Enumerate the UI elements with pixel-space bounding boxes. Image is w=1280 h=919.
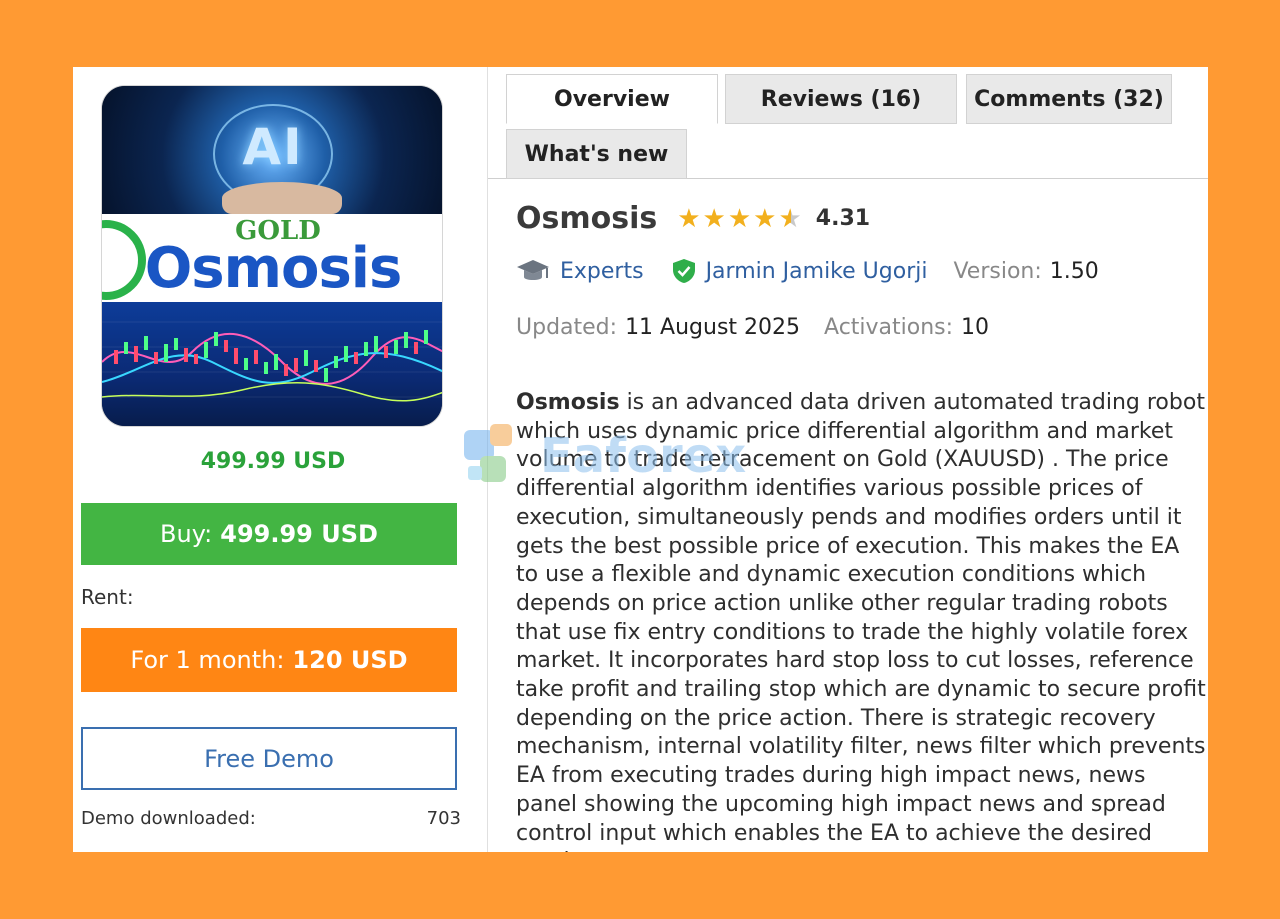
buy-button-label: Buy: bbox=[160, 520, 213, 548]
candlestick-chart-graphic bbox=[102, 302, 442, 426]
tab-comments[interactable]: Comments (32) bbox=[966, 74, 1172, 124]
star-icon: ★ bbox=[702, 203, 726, 234]
tab-bar: Overview Reviews (16) Comments (32) What… bbox=[488, 67, 1208, 179]
title-row: Osmosis ★ ★ ★ ★ ★ 4.31 bbox=[516, 201, 870, 236]
product-card: AI GOLD Osmosis 499.99 USD Buy: 499.99 U… bbox=[73, 67, 1208, 852]
rating-stars[interactable]: ★ ★ ★ ★ ★ bbox=[677, 206, 804, 232]
product-title: Osmosis bbox=[516, 201, 658, 236]
description-lead: Osmosis bbox=[516, 390, 620, 415]
tab-reviews[interactable]: Reviews (16) bbox=[725, 74, 957, 124]
buy-button-price: 499.99 USD bbox=[220, 520, 378, 548]
demo-downloaded-label: Demo downloaded: bbox=[81, 808, 256, 829]
rating-value: 4.31 bbox=[815, 206, 871, 231]
category-link[interactable]: Experts bbox=[560, 259, 644, 284]
version-value: 1.50 bbox=[1049, 258, 1099, 284]
star-icon: ★ bbox=[677, 203, 701, 234]
product-logo: GOLD Osmosis bbox=[102, 214, 442, 302]
demo-downloaded-count: 703 bbox=[426, 808, 461, 829]
rent-button[interactable]: For 1 month: 120 USD bbox=[81, 628, 457, 692]
version-label: Version: bbox=[953, 258, 1042, 284]
graduation-cap-icon bbox=[517, 260, 549, 280]
buy-button[interactable]: Buy: 499.99 USD bbox=[81, 503, 457, 565]
star-icon: ★ bbox=[727, 203, 752, 234]
author-link[interactable]: Jarmin Jamike Ugorji bbox=[706, 259, 928, 284]
price-label: 499.99 USD bbox=[200, 449, 346, 474]
rent-period-label: For 1 month: bbox=[130, 646, 285, 674]
meta-row: Experts Jarmin Jamike Ugorji Version: 1.… bbox=[516, 257, 1099, 285]
free-demo-button[interactable]: Free Demo bbox=[81, 727, 457, 790]
updated-label: Updated: bbox=[516, 315, 618, 340]
description-text: is an advanced data driven automated tra… bbox=[516, 390, 1206, 852]
tab-whats-new[interactable]: What's new bbox=[506, 129, 687, 179]
product-description: Osmosis is an advanced data driven autom… bbox=[516, 389, 1206, 852]
star-half-icon: ★ bbox=[778, 203, 802, 234]
verified-shield-icon bbox=[672, 259, 695, 283]
updated-value: 11 August 2025 bbox=[625, 315, 801, 340]
demo-downloaded-row: Demo downloaded: 703 bbox=[81, 808, 461, 829]
logo-osmosis-text: Osmosis bbox=[144, 236, 403, 301]
meta-row-updated: Updated: 11 August 2025 Activations: 10 bbox=[516, 315, 989, 340]
star-icon: ★ bbox=[753, 203, 777, 234]
product-image: AI GOLD Osmosis bbox=[101, 85, 443, 427]
tab-overview[interactable]: Overview bbox=[506, 74, 718, 124]
rent-label: Rent: bbox=[81, 585, 134, 609]
image-ai-text: AI bbox=[242, 118, 304, 176]
details-panel: Overview Reviews (16) Comments (32) What… bbox=[488, 67, 1208, 852]
purchase-panel: AI GOLD Osmosis 499.99 USD Buy: 499.99 U… bbox=[73, 67, 487, 852]
activations-value: 10 bbox=[961, 315, 990, 340]
ai-hand-graphic: AI bbox=[102, 86, 442, 214]
rent-price: 120 USD bbox=[292, 646, 408, 674]
activations-label: Activations: bbox=[824, 315, 954, 340]
